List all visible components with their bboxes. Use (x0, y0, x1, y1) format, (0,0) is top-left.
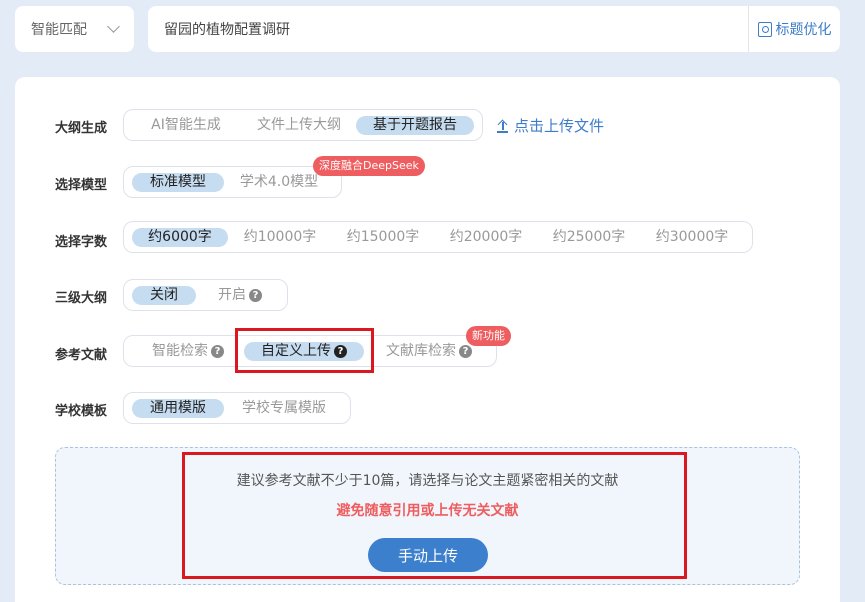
references-label: 参考文献 (55, 348, 108, 363)
optimize-icon (757, 21, 772, 37)
template-label: 学校模板 (55, 404, 108, 419)
outline-level3-segment: 关闭 开启? (123, 279, 288, 311)
help-icon[interactable]: ? (249, 289, 262, 302)
outline-option-ai[interactable]: AI智能生成 (136, 116, 236, 135)
outline-segment: AI智能生成 文件上传大纲 基于开题报告 (123, 109, 483, 141)
outline-option-file[interactable]: 文件上传大纲 (249, 116, 349, 135)
highlight-box-upload-panel (182, 452, 687, 579)
references-option-smart[interactable]: 智能检索? (136, 342, 240, 361)
help-icon[interactable]: ? (459, 345, 472, 358)
outline-level3-on-label: 开启 (218, 287, 246, 303)
references-smart-label: 智能检索 (152, 343, 208, 359)
model-label: 选择模型 (55, 178, 108, 193)
word-count-segment: 约6000字 约10000字 约15000字 约20000字 约25000字 约… (123, 221, 753, 253)
upload-file-link[interactable]: 点击上传文件 (496, 115, 604, 136)
outline-level3-off[interactable]: 关闭 (132, 286, 196, 305)
template-option-generic[interactable]: 通用模版 (132, 399, 224, 418)
settings-card: 大纲生成 AI智能生成 文件上传大纲 基于开题报告 点击上传文件 选择模型 标准… (15, 77, 840, 602)
references-library-label: 文献库检索 (386, 343, 456, 359)
outline-option-proposal[interactable]: 基于开题报告 (356, 116, 474, 135)
references-option-library[interactable]: 文献库检索? (374, 342, 484, 361)
word-count-20000[interactable]: 约20000字 (443, 228, 529, 247)
model-segment: 标准模型 学术4.0模型 (123, 166, 342, 198)
title-input[interactable] (148, 6, 744, 52)
title-bar: 标题优化 (148, 6, 840, 52)
word-count-25000[interactable]: 约25000字 (546, 228, 632, 247)
mode-select[interactable]: 智能匹配 (15, 6, 134, 52)
title-optimize-label: 标题优化 (775, 22, 832, 38)
title-optimize-button[interactable]: 标题优化 (748, 6, 840, 52)
model-option-standard[interactable]: 标准模型 (132, 173, 224, 192)
outline-level3-label: 三级大纲 (55, 291, 108, 306)
template-segment: 通用模版 学校专属模版 (123, 392, 351, 424)
deepseek-badge: 深度融合DeepSeek (313, 156, 425, 176)
chevron-down-icon (107, 20, 120, 33)
outline-label: 大纲生成 (55, 121, 108, 136)
word-count-label: 选择字数 (55, 235, 108, 250)
upload-icon (496, 119, 509, 133)
word-count-6000[interactable]: 约6000字 (132, 228, 228, 247)
word-count-15000[interactable]: 约15000字 (340, 228, 426, 247)
mode-select-value: 智能匹配 (31, 22, 87, 38)
outline-level3-on[interactable]: 开启? (210, 286, 270, 305)
word-count-10000[interactable]: 约10000字 (237, 228, 323, 247)
highlight-box-custom-upload (235, 328, 374, 373)
upload-file-label: 点击上传文件 (514, 117, 605, 135)
new-feature-badge: 新功能 (466, 326, 511, 346)
word-count-30000[interactable]: 约30000字 (649, 228, 735, 247)
template-option-school[interactable]: 学校专属模版 (234, 399, 334, 418)
model-option-academic[interactable]: 学术4.0模型 (234, 173, 324, 192)
help-icon[interactable]: ? (211, 345, 224, 358)
